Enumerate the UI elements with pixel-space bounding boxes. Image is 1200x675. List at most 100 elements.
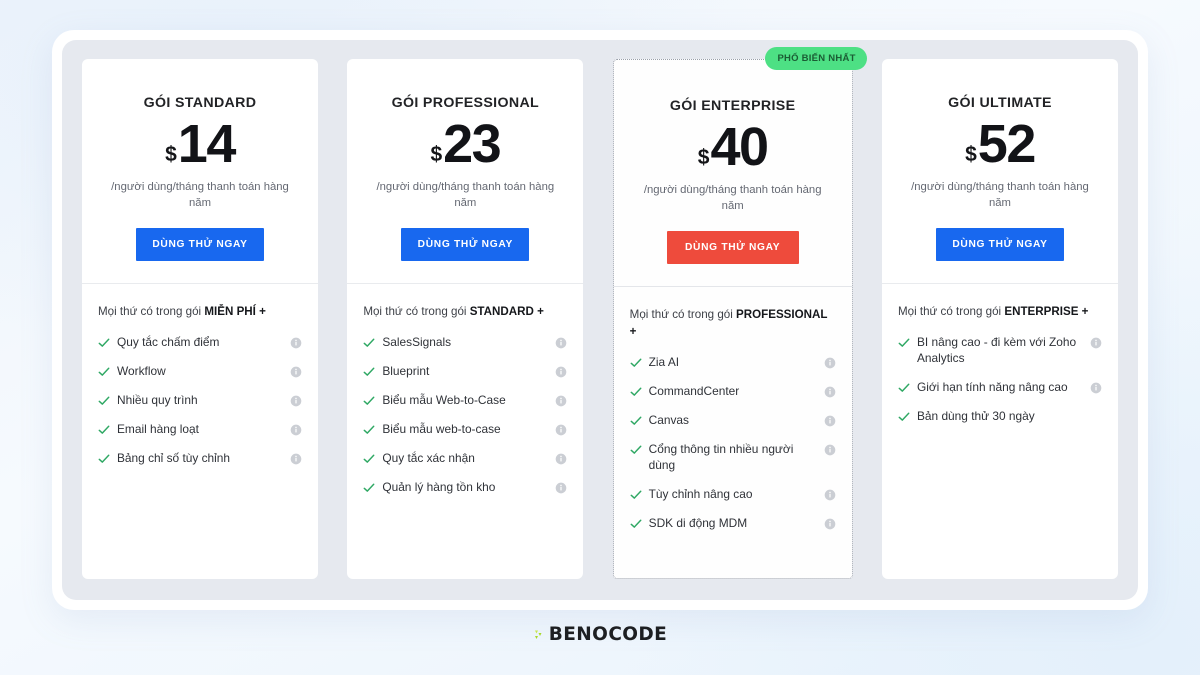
feature-item: Giới hạn tính năng nâng cao xyxy=(898,379,1102,395)
info-icon[interactable] xyxy=(1090,381,1102,394)
feature-label: CommandCenter xyxy=(648,383,740,398)
card-features: Mọi thứ có trong gói STANDARD + SalesSign… xyxy=(347,284,583,579)
info-icon[interactable] xyxy=(824,517,836,530)
includes-prefix: Mọi thứ có trong gói xyxy=(629,308,737,322)
feature-item: Workflow xyxy=(98,363,302,379)
feature-item: BI nâng cao - đi kèm với Zoho Analytics xyxy=(898,334,1102,366)
includes-line: Mọi thứ có trong gói ENTERPRISE + xyxy=(898,304,1102,321)
check-icon xyxy=(630,517,642,529)
feature-label: Biểu mẫu web-to-case xyxy=(382,422,501,437)
feature-label: Cổng thông tin nhiều người dùng xyxy=(648,441,794,472)
free-trial-button[interactable]: DÙNG THỬ NGAY xyxy=(136,228,264,262)
info-icon[interactable] xyxy=(555,452,567,465)
card-features: Mọi thứ có trong gói PROFESSIONAL + Zia A… xyxy=(614,287,852,578)
feature-item: Canvas xyxy=(630,412,836,428)
info-icon-placeholder xyxy=(1090,410,1102,422)
check-icon xyxy=(363,336,375,348)
check-icon xyxy=(898,381,910,393)
check-icon xyxy=(630,414,642,426)
feature-label: Canvas xyxy=(648,412,689,427)
check-icon xyxy=(98,452,110,464)
price-amount: 23 xyxy=(443,114,502,174)
pricing-cards-container: GÓI STANDARD $14/người dùng/tháng thanh t… xyxy=(62,40,1138,600)
info-icon[interactable] xyxy=(290,423,302,436)
feature-label: Blueprint xyxy=(382,364,430,379)
plan-price: $14 xyxy=(98,117,302,171)
price-amount: 14 xyxy=(177,114,237,174)
price-note: /người dùng/tháng thanh toán hàng năm xyxy=(111,181,289,209)
plan-title: GÓI ENTERPRISE xyxy=(669,98,796,114)
includes-plan-name: ENTERPRISE + xyxy=(1004,305,1089,319)
info-icon[interactable] xyxy=(555,481,567,494)
brand-name: BENOCODE xyxy=(548,624,668,645)
feature-label: Quy tắc xác nhận xyxy=(382,451,475,466)
info-icon[interactable] xyxy=(290,394,302,407)
free-trial-button[interactable]: DÙNG THỬ NGAY xyxy=(401,228,530,262)
plan-price: $40 xyxy=(630,120,836,174)
feature-item: Bản dùng thử 30 ngày xyxy=(898,408,1102,424)
info-icon[interactable] xyxy=(1090,336,1102,349)
feature-label: Nhiều quy trình xyxy=(117,393,198,408)
info-icon[interactable] xyxy=(290,452,302,465)
card-header: GÓI ENTERPRISE $40/người dùng/tháng thanh… xyxy=(613,60,852,288)
info-icon[interactable] xyxy=(555,365,567,378)
info-icon[interactable] xyxy=(290,336,302,349)
feature-label: Email hàng loạt xyxy=(117,422,199,437)
feature-label: Bảng chỉ số tùy chỉnh xyxy=(117,451,231,466)
free-trial-button[interactable]: DÙNG THỬ NGAY xyxy=(935,228,1064,262)
includes-plan-name: MIỄN PHÍ + xyxy=(204,305,266,319)
feature-item: SalesSignals xyxy=(363,334,567,350)
price-note: /người dùng/tháng thanh toán hàng năm xyxy=(376,181,555,209)
info-icon[interactable] xyxy=(824,488,836,501)
plan-price: $52 xyxy=(898,117,1102,171)
check-icon xyxy=(630,443,642,455)
check-icon xyxy=(630,356,642,368)
feature-label: Tùy chỉnh nâng cao xyxy=(648,487,753,502)
includes-prefix: Mọi thứ có trong gói xyxy=(363,305,470,319)
price-note: /người dùng/tháng thanh toán hàng năm xyxy=(643,184,822,212)
info-icon[interactable] xyxy=(555,423,567,436)
card-features: Mọi thứ có trong gói MIỄN PHÍ + Quy tắc c… xyxy=(82,284,318,579)
plan-title: GÓI PROFESSIONAL xyxy=(391,95,540,111)
feature-item: Quy tắc chấm điểm xyxy=(98,334,302,350)
info-icon[interactable] xyxy=(290,365,302,378)
check-icon xyxy=(898,410,910,422)
feature-label: Biểu mẫu Web-to-Case xyxy=(382,393,506,408)
check-icon xyxy=(363,452,375,464)
feature-label: Zia AI xyxy=(648,354,680,369)
plan-title: GÓI STANDARD xyxy=(143,95,257,111)
feature-item: Quy tắc xác nhận xyxy=(363,450,567,466)
currency-symbol: $ xyxy=(430,143,443,166)
check-icon xyxy=(98,365,110,377)
feature-item: Quản lý hàng tồn kho xyxy=(363,479,567,495)
currency-symbol: $ xyxy=(965,143,977,166)
info-icon[interactable] xyxy=(824,414,836,427)
includes-line: Mọi thứ có trong gói STANDARD + xyxy=(363,304,567,321)
info-icon[interactable] xyxy=(824,443,836,456)
feature-item: Tùy chỉnh nâng cao xyxy=(630,486,836,502)
info-icon[interactable] xyxy=(555,394,567,407)
info-icon[interactable] xyxy=(824,356,836,369)
feature-label: Workflow xyxy=(117,364,166,379)
pricing-card: PHỔ BIẾN NHẤT GÓI ENTERPRISE $40/người dùn… xyxy=(612,47,867,579)
currency-symbol: $ xyxy=(697,146,710,169)
card-header: GÓI STANDARD $14/người dùng/tháng thanh t… xyxy=(82,59,318,285)
check-icon xyxy=(363,394,375,406)
feature-item: Nhiều quy trình xyxy=(98,392,302,408)
price-amount: 40 xyxy=(710,117,769,177)
feature-item: Bảng chỉ số tùy chỉnh xyxy=(98,450,302,466)
includes-line: Mọi thứ có trong gói MIỄN PHÍ + xyxy=(98,304,302,321)
currency-symbol: $ xyxy=(165,143,177,166)
info-icon[interactable] xyxy=(824,385,836,398)
feature-item: Blueprint xyxy=(363,363,567,379)
includes-plan-name: STANDARD + xyxy=(469,305,544,319)
benocode-logo-icon xyxy=(533,624,546,645)
check-icon xyxy=(898,336,910,348)
info-icon[interactable] xyxy=(555,336,567,349)
feature-item: SDK di động MDM xyxy=(630,515,836,531)
free-trial-button[interactable]: DÙNG THỬ NGAY xyxy=(666,231,799,265)
pricing-card: GÓI PROFESSIONAL $23/người dùng/tháng tha… xyxy=(347,59,584,579)
card-header: GÓI PROFESSIONAL $23/người dùng/tháng tha… xyxy=(347,59,584,285)
check-icon xyxy=(98,423,110,435)
feature-item: Biểu mẫu web-to-case xyxy=(363,421,567,437)
